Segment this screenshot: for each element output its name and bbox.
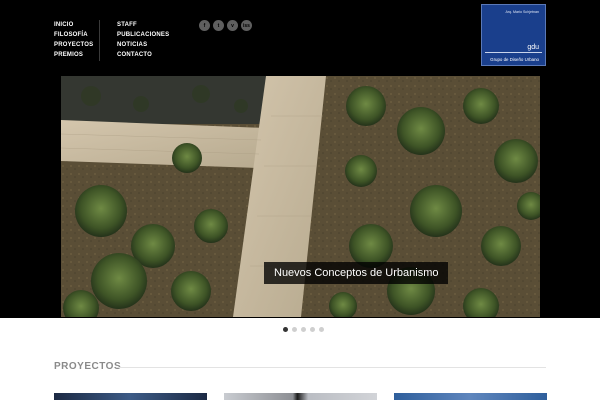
main-nav-column-1: INICIO FILOSOFÍA PROYECTOS PREMIOS [54,21,93,60]
hero-caption: Nuevos Conceptos de Urbanismo [264,262,449,284]
logo-org-name: Grupo de Diseño Urbano [490,57,539,62]
nav-item-staff[interactable]: STAFF [117,21,169,30]
projects-section-title: PROYECTOS [54,361,122,372]
site-header: INICIO FILOSOFÍA PROYECTOS PREMIOS STAFF… [0,0,600,318]
issuu-icon[interactable]: iss [241,20,252,31]
nav-item-premios[interactable]: PREMIOS [54,51,93,60]
project-thumbnail-1[interactable] [54,393,207,400]
nav-item-contacto[interactable]: CONTACTO [117,51,169,60]
twitter-icon[interactable]: t [213,20,224,31]
site-logo[interactable]: Arq. Mario Schjetnan gdu Grupo de Diseño… [481,4,546,66]
logo-author: Arq. Mario Schjetnan [505,10,539,14]
slider-dot-3[interactable] [301,327,306,332]
logo-rule [485,52,542,53]
main-nav-column-2: STAFF PUBLICACIONES NOTICIAS CONTACTO [117,21,169,60]
hero-slide-image[interactable]: Nuevos Conceptos de Urbanismo [61,76,540,317]
projects-section-rule [117,367,546,368]
social-links: f t v iss [199,20,252,31]
project-thumbnail-2[interactable] [224,393,377,400]
nav-item-inicio[interactable]: INICIO [54,21,93,30]
vimeo-icon[interactable]: v [227,20,238,31]
nav-divider [99,20,100,61]
slider-dot-5[interactable] [319,327,324,332]
facebook-icon[interactable]: f [199,20,210,31]
nav-item-filosofia[interactable]: FILOSOFÍA [54,31,93,40]
nav-item-noticias[interactable]: NOTICIAS [117,41,169,50]
project-thumbnail-3[interactable] [394,393,547,400]
logo-mark: gdu [527,44,539,51]
slider-dot-1[interactable] [283,327,288,332]
nav-item-proyectos[interactable]: PROYECTOS [54,41,93,50]
slider-pagination [283,327,324,332]
slider-dot-2[interactable] [292,327,297,332]
slider-dot-4[interactable] [310,327,315,332]
nav-item-publicaciones[interactable]: PUBLICACIONES [117,31,169,40]
